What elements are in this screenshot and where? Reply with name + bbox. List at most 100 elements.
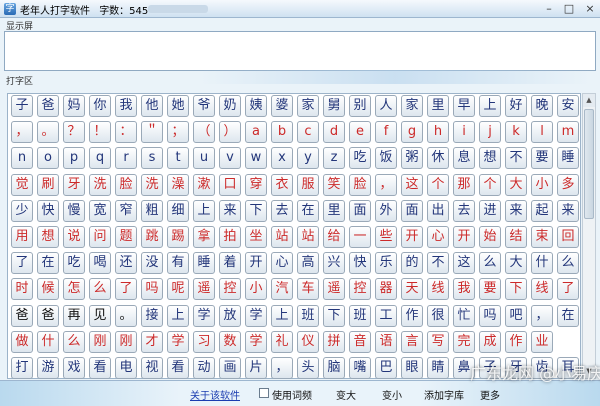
- key-9-15[interactable]: 言: [401, 330, 423, 353]
- key-5-15[interactable]: 开: [401, 226, 423, 248]
- key-6-14[interactable]: 乐: [375, 252, 397, 275]
- key-8-10[interactable]: 上: [271, 304, 293, 327]
- key-3-11[interactable]: 服: [297, 173, 319, 196]
- key-0-19[interactable]: 好: [505, 95, 527, 117]
- key-6-18[interactable]: 么: [479, 252, 501, 275]
- key-3-21[interactable]: 多: [557, 173, 579, 196]
- key-1-3[interactable]: ！: [89, 121, 111, 144]
- key-4-10[interactable]: 去: [271, 199, 293, 222]
- key-5-13[interactable]: 一: [349, 226, 371, 248]
- key-1-18[interactable]: j: [479, 121, 501, 144]
- key-5-16[interactable]: 心: [427, 226, 449, 248]
- key-8-18[interactable]: 吗: [479, 304, 501, 327]
- key-6-5[interactable]: 没: [141, 252, 163, 275]
- key-9-8[interactable]: 数: [219, 330, 241, 353]
- key-1-5[interactable]: ＂: [141, 121, 163, 144]
- scroll-thumb[interactable]: [584, 109, 594, 219]
- close-button[interactable]: ×: [580, 0, 600, 17]
- key-7-14[interactable]: 器: [375, 278, 397, 301]
- key-1-21[interactable]: m: [557, 121, 579, 144]
- key-0-15[interactable]: 家: [401, 95, 423, 117]
- key-9-16[interactable]: 写: [427, 330, 449, 353]
- key-4-18[interactable]: 进: [479, 199, 501, 222]
- key-6-10[interactable]: 心: [271, 252, 293, 275]
- key-2-4[interactable]: r: [115, 147, 137, 170]
- more-button[interactable]: 更多: [480, 387, 500, 402]
- key-5-9[interactable]: 坐: [245, 226, 267, 248]
- key-4-0[interactable]: 少: [11, 199, 33, 222]
- key-7-12[interactable]: 遥: [323, 278, 345, 301]
- key-0-12[interactable]: 舅: [323, 95, 345, 117]
- key-0-2[interactable]: 妈: [63, 95, 85, 117]
- key-0-14[interactable]: 人: [375, 95, 397, 117]
- key-10-12[interactable]: 脑: [323, 357, 345, 379]
- key-6-20[interactable]: 什: [531, 252, 553, 275]
- key-2-8[interactable]: v: [219, 147, 241, 170]
- key-0-5[interactable]: 他: [141, 95, 163, 117]
- key-3-6[interactable]: 澡: [167, 173, 189, 196]
- key-9-2[interactable]: 么: [63, 330, 85, 353]
- key-7-20[interactable]: 线: [531, 278, 553, 301]
- key-6-4[interactable]: 还: [115, 252, 137, 275]
- key-3-5[interactable]: 洗: [141, 173, 163, 196]
- key-1-6[interactable]: ；: [167, 121, 189, 144]
- key-4-11[interactable]: 在: [297, 199, 319, 222]
- key-10-5[interactable]: 视: [141, 357, 163, 379]
- key-0-8[interactable]: 奶: [219, 95, 241, 117]
- key-2-3[interactable]: q: [89, 147, 111, 170]
- key-1-15[interactable]: g: [401, 121, 423, 144]
- key-5-7[interactable]: 拿: [193, 226, 215, 248]
- key-9-14[interactable]: 语: [375, 330, 397, 353]
- key-2-14[interactable]: 饭: [375, 147, 397, 170]
- key-2-18[interactable]: 想: [479, 147, 501, 170]
- key-9-20[interactable]: 业: [531, 330, 553, 353]
- key-8-1[interactable]: 爸: [37, 304, 59, 327]
- key-9-13[interactable]: 音: [349, 330, 371, 353]
- key-0-18[interactable]: 上: [479, 95, 501, 117]
- key-4-5[interactable]: 粗: [141, 199, 163, 222]
- key-4-9[interactable]: 下: [245, 199, 267, 222]
- key-2-1[interactable]: o: [37, 147, 59, 170]
- key-3-14[interactable]: ，: [375, 173, 397, 196]
- key-5-17[interactable]: 开: [453, 226, 475, 248]
- key-1-14[interactable]: f: [375, 121, 397, 144]
- key-2-16[interactable]: 休: [427, 147, 449, 170]
- key-5-6[interactable]: 踢: [167, 226, 189, 248]
- key-0-3[interactable]: 你: [89, 95, 111, 117]
- key-6-3[interactable]: 喝: [89, 252, 111, 275]
- key-7-18[interactable]: 要: [479, 278, 501, 301]
- key-8-13[interactable]: 班: [349, 304, 371, 327]
- key-3-12[interactable]: 笑: [323, 173, 345, 196]
- key-1-17[interactable]: i: [453, 121, 475, 144]
- key-2-10[interactable]: x: [271, 147, 293, 170]
- key-9-18[interactable]: 成: [479, 330, 501, 353]
- key-2-21[interactable]: 睡: [557, 147, 579, 170]
- key-0-10[interactable]: 婆: [271, 95, 293, 117]
- key-9-0[interactable]: 做: [11, 330, 33, 353]
- key-3-13[interactable]: 脸: [349, 173, 371, 196]
- key-4-6[interactable]: 细: [167, 199, 189, 222]
- key-9-12[interactable]: 拼: [323, 330, 345, 353]
- scroll-up-icon[interactable]: ▲: [583, 94, 595, 107]
- key-10-10[interactable]: ，: [271, 357, 293, 379]
- key-1-1[interactable]: 。: [37, 121, 59, 144]
- key-9-1[interactable]: 什: [37, 330, 59, 353]
- key-9-11[interactable]: 仪: [297, 330, 319, 353]
- key-3-20[interactable]: 小: [531, 173, 553, 196]
- key-5-18[interactable]: 始: [479, 226, 501, 248]
- key-0-21[interactable]: 安: [557, 95, 579, 117]
- key-8-14[interactable]: 工: [375, 304, 397, 327]
- key-8-2[interactable]: 再: [63, 304, 85, 327]
- key-2-6[interactable]: t: [167, 147, 189, 170]
- key-3-15[interactable]: 这: [401, 173, 423, 196]
- key-2-9[interactable]: w: [245, 147, 267, 170]
- key-8-19[interactable]: 吧: [505, 304, 527, 327]
- enlarge-button[interactable]: 变大: [336, 387, 356, 402]
- key-0-20[interactable]: 晚: [531, 95, 553, 117]
- key-6-13[interactable]: 快: [349, 252, 371, 275]
- key-5-21[interactable]: 回: [557, 226, 579, 248]
- key-3-19[interactable]: 大: [505, 173, 527, 196]
- key-7-10[interactable]: 汽: [271, 278, 293, 301]
- key-8-12[interactable]: 下: [323, 304, 345, 327]
- key-4-20[interactable]: 起: [531, 199, 553, 222]
